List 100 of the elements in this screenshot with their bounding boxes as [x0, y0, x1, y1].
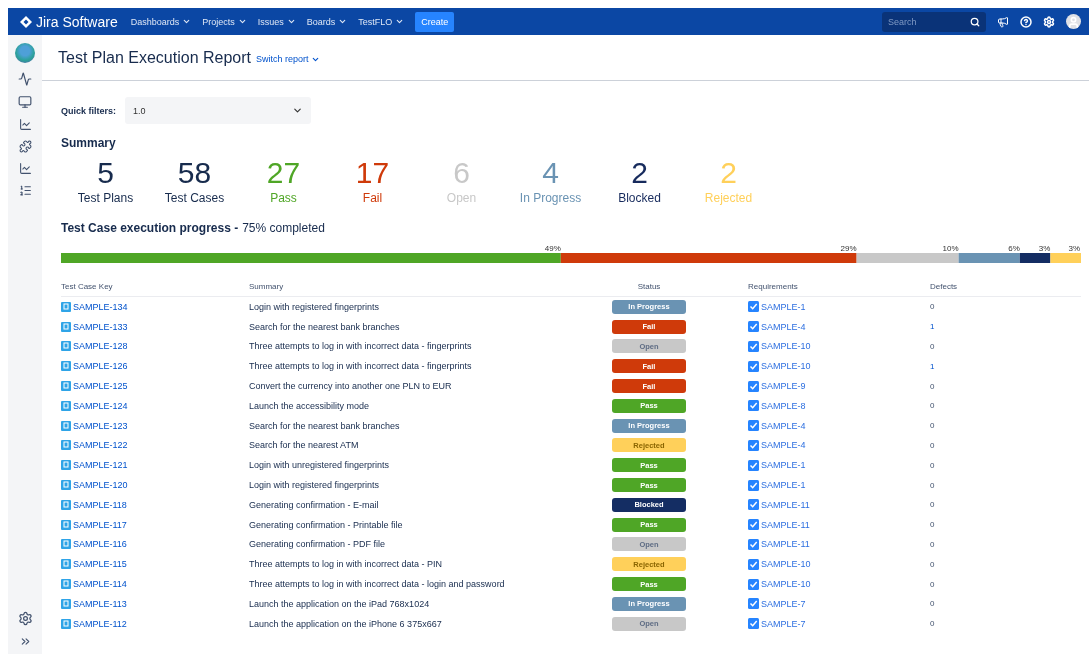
nav-menu[interactable]: TestFLO	[358, 16, 405, 27]
requirement-link[interactable]: SAMPLE-9	[748, 380, 806, 392]
test-case-icon	[61, 519, 71, 530]
test-case-icon	[61, 381, 71, 392]
list-icon[interactable]	[18, 184, 32, 197]
test-case-link[interactable]: SAMPLE-112	[61, 618, 127, 629]
requirement-link[interactable]: SAMPLE-1	[748, 459, 806, 471]
test-case-link[interactable]: SAMPLE-113	[61, 598, 127, 609]
summary-cell-text: Three attempts to log in with incorrect data - fingerprints	[249, 341, 473, 352]
requirement-link[interactable]: SAMPLE-11	[748, 538, 810, 550]
stat-label: Pass	[270, 191, 297, 205]
summary-cell-text: Generating confirmation - Printable file	[249, 519, 404, 530]
checkbox-icon	[748, 400, 759, 412]
requirement-link[interactable]: SAMPLE-1	[748, 301, 806, 313]
defects-count[interactable]: 1	[930, 361, 1081, 371]
defects-count[interactable]: 1	[930, 322, 1081, 332]
stat-value: 2	[720, 156, 737, 190]
chart-icon[interactable]	[18, 162, 32, 175]
column-header: Test Case Key	[61, 281, 114, 291]
test-case-icon	[61, 301, 71, 312]
nav-menu[interactable]: Projects	[202, 16, 247, 27]
requirement-link[interactable]: SAMPLE-11	[748, 519, 810, 531]
test-case-icon	[61, 618, 71, 629]
requirement-link[interactable]: SAMPLE-7	[748, 598, 806, 610]
requirement-link[interactable]: SAMPLE-4	[748, 420, 806, 432]
requirement-link[interactable]: SAMPLE-10	[748, 360, 811, 372]
user-avatar[interactable]	[1066, 14, 1081, 29]
checkbox-icon	[748, 341, 759, 352]
settings-icon[interactable]	[17, 611, 33, 626]
nav-menu[interactable]: Boards	[306, 16, 348, 27]
chart-icon[interactable]	[18, 118, 32, 131]
checkbox-icon	[748, 618, 759, 630]
test-case-icon	[61, 420, 71, 431]
test-case-link[interactable]: SAMPLE-122	[61, 440, 128, 451]
test-case-link[interactable]: SAMPLE-133	[61, 321, 128, 332]
requirement-link[interactable]: SAMPLE-1	[748, 479, 806, 491]
stat-value: 27	[266, 156, 301, 190]
summary-heading: Summary	[61, 136, 117, 150]
test-case-icon	[61, 579, 71, 590]
percent-label: 3%	[1068, 244, 1080, 253]
test-case-link[interactable]: SAMPLE-128	[61, 341, 128, 352]
puzzle-icon[interactable]	[18, 140, 32, 153]
nav-menu[interactable]: Dashboards	[130, 16, 192, 27]
checkbox-icon	[748, 558, 759, 570]
test-case-link[interactable]: SAMPLE-123	[61, 420, 128, 431]
requirement-link[interactable]: SAMPLE-10	[748, 558, 811, 570]
test-case-icon	[61, 598, 71, 609]
stat-value: 17	[355, 156, 390, 190]
defects-count: 0	[930, 579, 936, 589]
search-input[interactable]: Search	[888, 16, 958, 27]
requirement-link[interactable]: SAMPLE-10	[748, 341, 811, 352]
requirement-link[interactable]: SAMPLE-8	[748, 400, 806, 412]
test-case-link[interactable]: SAMPLE-120	[61, 480, 128, 491]
checkbox-icon	[748, 598, 759, 610]
monitor-icon[interactable]	[18, 95, 32, 109]
help-icon[interactable]	[1020, 15, 1032, 28]
caret-icon	[237, 17, 247, 26]
summary-cell-text: Three attempts to log in with incorrect data - login and password	[249, 579, 506, 590]
test-case-link[interactable]: SAMPLE-118	[61, 499, 127, 510]
requirement-link[interactable]: SAMPLE-4	[748, 321, 806, 333]
checkbox-icon	[748, 479, 759, 491]
summary-cell-text: Launch the application on the iPad 768x1024	[249, 598, 431, 609]
megaphone-icon[interactable]	[997, 15, 1009, 28]
test-case-link[interactable]: SAMPLE-125	[61, 381, 128, 392]
requirement-link[interactable]: SAMPLE-10	[748, 578, 811, 590]
requirement-link[interactable]: SAMPLE-7	[748, 618, 806, 630]
caret-icon	[338, 17, 348, 26]
stat-label: In Progress	[519, 191, 582, 205]
test-case-icon	[61, 341, 71, 352]
test-case-link[interactable]: SAMPLE-126	[61, 361, 128, 372]
create-button[interactable]: Create	[415, 11, 455, 32]
search-field[interactable]: Search	[882, 11, 986, 32]
product-name: Jira Software	[36, 13, 118, 30]
summary-cell-text: Login with registered fingerprints	[249, 480, 381, 491]
defects-count: 0	[930, 440, 936, 450]
test-case-link[interactable]: SAMPLE-114	[61, 579, 127, 590]
activity-icon[interactable]	[18, 72, 32, 86]
stat-value: 4	[542, 156, 559, 190]
requirement-link[interactable]: SAMPLE-4	[748, 439, 806, 451]
requirement-link[interactable]: SAMPLE-11	[748, 499, 810, 511]
test-case-link[interactable]: SAMPLE-124	[61, 400, 128, 411]
defects-count: 0	[930, 559, 936, 569]
test-case-link[interactable]: SAMPLE-121	[61, 460, 128, 471]
test-case-link[interactable]: SAMPLE-134	[61, 301, 128, 312]
test-case-icon	[61, 559, 71, 570]
test-case-link[interactable]: SAMPLE-115	[61, 559, 127, 570]
stat-label: Blocked	[618, 191, 661, 205]
project-avatar[interactable]	[15, 43, 35, 63]
diamond-logo-icon	[20, 15, 32, 28]
quick-filter-select[interactable]: 1.0	[125, 97, 311, 124]
caret-icon	[286, 17, 296, 26]
checkbox-icon	[748, 360, 759, 372]
percent-label: 10%	[942, 244, 959, 253]
switch-report-link[interactable]: Switch report	[256, 54, 320, 64]
nav-menu[interactable]: Issues	[257, 16, 296, 27]
summary-cell-text: Login with unregistered fingerprints	[249, 460, 391, 471]
test-case-link[interactable]: SAMPLE-116	[61, 539, 127, 550]
progress-heading: Test Case execution progress -	[61, 221, 239, 235]
test-case-link[interactable]: SAMPLE-117	[61, 519, 127, 530]
stat-label: Fail	[362, 191, 383, 205]
